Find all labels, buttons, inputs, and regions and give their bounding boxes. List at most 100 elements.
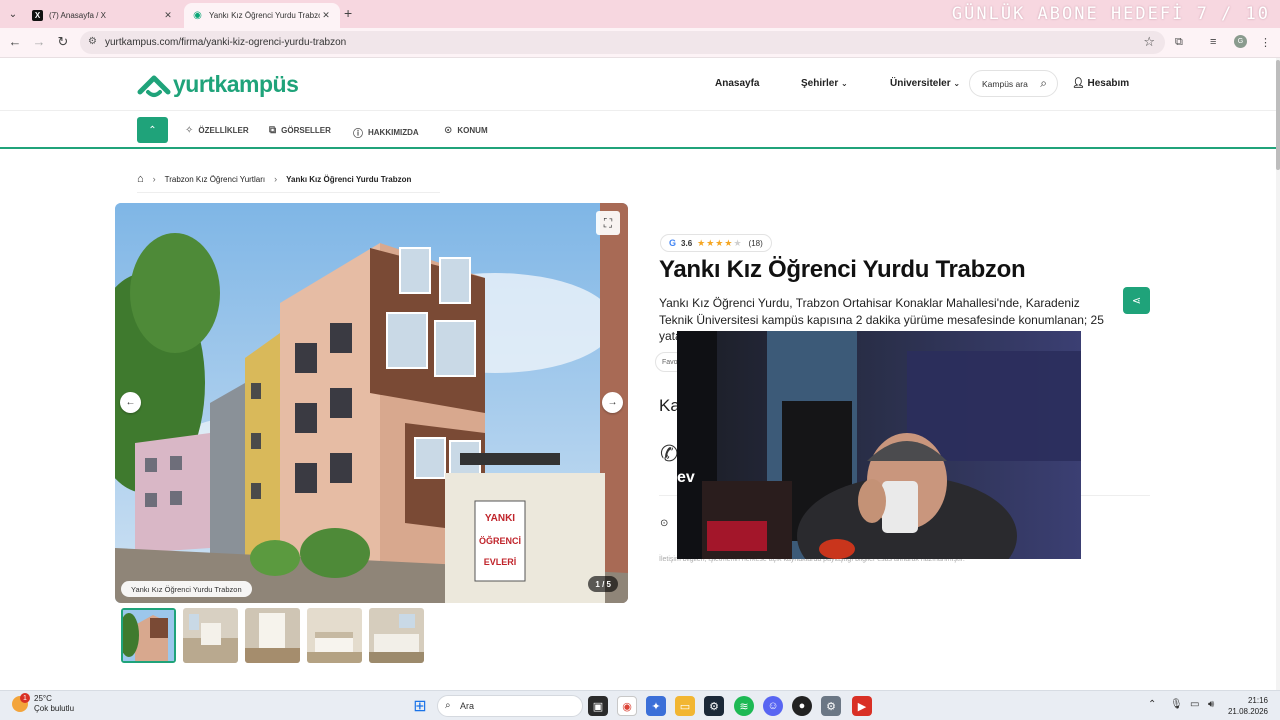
gallery-thumbnail[interactable] xyxy=(121,608,176,663)
google-icon: G xyxy=(669,238,677,248)
gallery-thumbnail[interactable] xyxy=(307,608,362,663)
task-view-icon[interactable]: ▣ xyxy=(588,696,608,716)
steam-icon[interactable]: ⚙ xyxy=(704,696,724,716)
reading-list-icon[interactable]: ≡ xyxy=(1210,36,1216,48)
x-logo-icon: X xyxy=(32,10,43,21)
star-full-icon: ★ xyxy=(715,237,725,248)
scrollbar-thumb[interactable] xyxy=(1276,60,1280,170)
browser-menu-icon[interactable]: ⋮ xyxy=(1260,36,1271,49)
gallery-thumbnail[interactable] xyxy=(183,608,238,663)
weather-cloudy-icon: 1 xyxy=(12,693,30,712)
url-text: yurtkampus.com/firma/yanki-kiz-ogrenci-y… xyxy=(105,37,347,48)
tab-search-chevron-icon[interactable]: ⌄ xyxy=(4,5,22,23)
taskbar-clock[interactable]: 21:16 21.08.2026 xyxy=(1228,695,1268,717)
gallery-thumbnail[interactable] xyxy=(245,608,300,663)
share-icon: ⋖ xyxy=(1131,295,1142,307)
nav-universities[interactable]: Üniversiteler ⌄ xyxy=(890,78,960,89)
rating-badge[interactable]: G 3.6 ★★★★★ (18) xyxy=(660,234,772,252)
dorm-building-photo: YANKI ÖĞRENCİ EVLERİ xyxy=(115,203,628,603)
search-icon[interactable]: ⌕ xyxy=(1040,76,1047,91)
tab-location[interactable]: ⊙ KONUM xyxy=(444,125,488,136)
nav-cities[interactable]: Şehirler ⌄ xyxy=(801,78,848,89)
arrow-left-icon: ← xyxy=(125,397,136,408)
windows-start-icon[interactable]: ⊞ xyxy=(410,696,430,716)
fullscreen-button[interactable]: ⛶ xyxy=(596,211,620,235)
chevron-down-icon: ⌄ xyxy=(953,79,961,88)
nav-home[interactable]: Anasayfa xyxy=(715,78,759,89)
bookmark-star-icon[interactable]: ☆ xyxy=(1143,34,1155,50)
star-rating: ★★★★★ xyxy=(697,238,742,249)
nav-cities-label: Şehirler xyxy=(801,78,839,89)
section-nav: ⌃ ✧ ÖZELLİKLER ⧉ GÖRSELLER ⓘ HAKKIMIZDA ⊙ KO… xyxy=(0,111,1276,149)
file-explorer-icon[interactable]: ▭ xyxy=(675,696,695,716)
campus-search-input[interactable]: Kampüs ara ⌕ xyxy=(969,70,1058,97)
tab-images-label: GÖRSELLER xyxy=(281,126,331,135)
tab-about[interactable]: ⓘ HAKKIMIZDA xyxy=(353,125,419,140)
share-button[interactable]: ⋖ xyxy=(1123,287,1150,314)
network-icon[interactable]: ▭ xyxy=(1190,699,1199,710)
nav-universities-label: Üniversiteler xyxy=(890,78,951,89)
volume-icon[interactable]: 🔊︎ xyxy=(1208,699,1214,710)
address-bar[interactable]: ⚙ yurtkampus.com/firma/yanki-kiz-ogrenci… xyxy=(80,31,1165,54)
page-scrollbar[interactable] xyxy=(1276,58,1280,690)
tab-x[interactable]: X (7) Anasayfa / X ✕ xyxy=(24,3,182,28)
microphone-icon[interactable]: 🎙︎ xyxy=(1170,699,1183,710)
chrome-icon[interactable]: ◉ xyxy=(617,696,637,716)
tray-expand-icon[interactable]: ⌃ xyxy=(1148,699,1156,710)
sparkle-icon: ✧ xyxy=(185,125,194,136)
new-tab-icon[interactable]: + xyxy=(344,5,352,21)
extensions-icon[interactable]: ⧉ xyxy=(1175,36,1183,49)
webcam-overlay: ev xyxy=(677,331,1081,559)
yurtkampus-logo-icon: ◉ xyxy=(193,10,202,21)
tab-close-icon[interactable]: ✕ xyxy=(162,10,174,21)
user-icon: 👤︎ xyxy=(1072,78,1085,89)
review-count: (18) xyxy=(748,238,763,248)
obs-icon[interactable]: ● xyxy=(792,696,812,716)
webcam-feed xyxy=(677,331,1081,559)
discord-icon[interactable]: ☺ xyxy=(763,696,783,716)
tab-yurtkampus[interactable]: ◉ Yankı Kız Öğrenci Yurdu Trabzo ✕ xyxy=(184,3,340,28)
tab-images[interactable]: ⧉ GÖRSELLER xyxy=(269,125,331,136)
scroll-top-button[interactable]: ⌃ xyxy=(137,117,168,143)
account-label: Hesabım xyxy=(1087,78,1130,89)
chevron-down-icon: ⌄ xyxy=(841,79,848,88)
recorder-icon[interactable]: ▶ xyxy=(852,696,872,716)
taskbar-search-placeholder: Ara xyxy=(460,701,475,711)
gallery-thumbnail[interactable] xyxy=(369,608,424,663)
site-info-icon[interactable]: ⚙ xyxy=(88,36,97,47)
taskbar-search[interactable]: ⌕ Ara xyxy=(437,695,583,717)
image-gallery[interactable]: YANKI ÖĞRENCİ EVLERİ ← → ⛶ Yankı Kız Öğr… xyxy=(115,203,628,603)
info-icon: ⓘ xyxy=(353,129,363,140)
tab-title: (7) Anasayfa / X xyxy=(49,11,106,20)
gallery-next-button[interactable]: → xyxy=(602,392,623,413)
copilot-icon[interactable]: ✦ xyxy=(646,696,666,716)
gallery-prev-button[interactable]: ← xyxy=(120,392,141,413)
home-icon[interactable]: ⌂ xyxy=(137,173,144,185)
tab-close-icon[interactable]: ✕ xyxy=(320,10,332,21)
profile-avatar[interactable]: G xyxy=(1234,35,1247,48)
account-link[interactable]: 👤︎ Hesabım xyxy=(1072,78,1129,89)
breadcrumb-divider xyxy=(137,192,440,193)
logo-mark-icon xyxy=(137,75,171,97)
tab-features-label: ÖZELLİKLER xyxy=(198,126,249,135)
breadcrumb-parent[interactable]: Trabzon Kız Öğrenci Yurtları xyxy=(165,175,266,184)
spotify-icon[interactable]: ≋ xyxy=(734,696,754,716)
tab-features[interactable]: ✧ ÖZELLİKLER xyxy=(185,125,249,136)
weather-widget[interactable]: 1 25°C Çok bulutlu xyxy=(12,693,74,714)
tab-about-label: HAKKIMIZDA xyxy=(368,128,419,137)
site-logo[interactable]: yurtkampüs xyxy=(137,71,299,98)
location-pin-icon: ⊙ xyxy=(660,518,669,529)
arrow-right-icon: → xyxy=(607,397,618,408)
reload-icon[interactable]: ↻ xyxy=(54,34,72,50)
phone-icon[interactable]: ✆ xyxy=(660,441,678,467)
rating-value: 3.6 xyxy=(681,238,693,248)
browser-tab-bar: ⌄ X (7) Anasayfa / X ✕ ◉ Yankı Kız Öğren… xyxy=(0,0,1280,28)
webcam-caption-fragment: ev xyxy=(677,469,695,486)
weather-temperature: 25°C xyxy=(34,694,52,703)
tab-title: Yankı Kız Öğrenci Yurdu Trabzo xyxy=(209,11,320,20)
settings-gear-icon[interactable]: ⚙ xyxy=(821,696,841,716)
back-arrow-icon[interactable]: ← xyxy=(6,34,24,49)
forward-arrow-icon[interactable]: → xyxy=(30,34,48,49)
gallery-thumbnails xyxy=(121,608,431,664)
chevron-up-icon: ⌃ xyxy=(148,124,157,136)
